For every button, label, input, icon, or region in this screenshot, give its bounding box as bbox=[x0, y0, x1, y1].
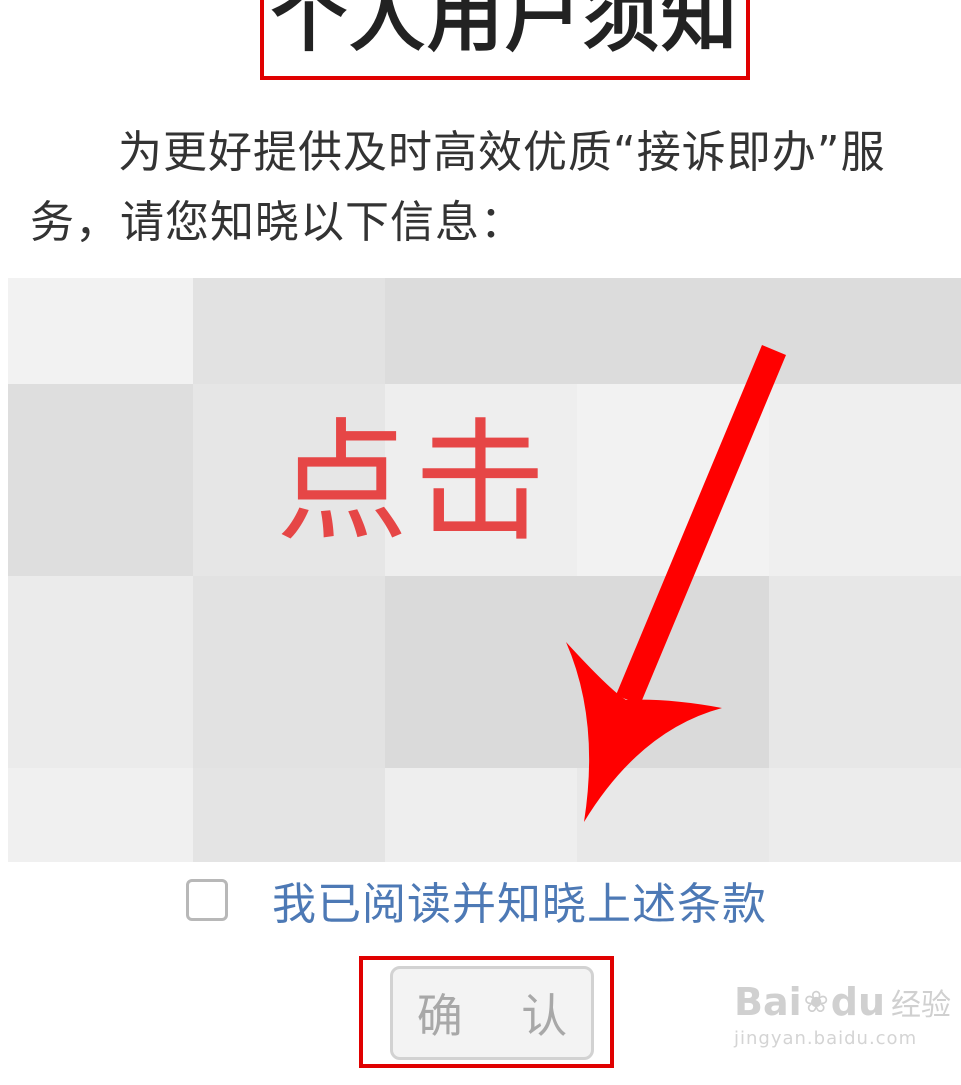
watermark-logo: Bai ❀ du 经验 bbox=[734, 980, 951, 1024]
mosaic-cell bbox=[769, 384, 961, 576]
mosaic-cell bbox=[577, 384, 769, 576]
mosaic-cell bbox=[577, 576, 769, 768]
mosaic-cell bbox=[385, 576, 577, 768]
mosaic-cell bbox=[8, 384, 193, 576]
watermark-brand: Bai bbox=[734, 980, 802, 1024]
mosaic-cell bbox=[577, 278, 769, 384]
mosaic-cell bbox=[8, 768, 193, 862]
paw-icon: ❀ bbox=[803, 984, 829, 1020]
mosaic-cell bbox=[577, 768, 769, 862]
mosaic-cell bbox=[385, 278, 577, 384]
agreement-checkbox[interactable] bbox=[186, 879, 228, 921]
page-title: 个人用户须知 bbox=[271, 0, 739, 62]
mosaic-cell bbox=[8, 278, 193, 384]
agreement-row[interactable]: 我已阅读并知晓上述条款 bbox=[186, 872, 767, 930]
mosaic-cell bbox=[8, 576, 193, 768]
mosaic-cell bbox=[193, 768, 385, 862]
watermark-url: jingyan.baidu.com bbox=[734, 1028, 918, 1049]
pixelated-notice-content bbox=[8, 278, 961, 862]
watermark-brand-suffix: du bbox=[830, 980, 886, 1024]
watermark-brand-cn: 经验 bbox=[891, 988, 952, 1023]
mosaic-cell bbox=[193, 576, 385, 768]
mosaic-cell bbox=[769, 278, 961, 384]
mosaic-cell bbox=[769, 768, 961, 862]
confirm-button[interactable]: 确 认 bbox=[390, 966, 594, 1060]
mosaic-cell bbox=[769, 576, 961, 768]
notice-intro: 为更好提供及时高效优质“接诉即办”服务，请您知晓以下信息： bbox=[30, 127, 886, 248]
mosaic-cell bbox=[385, 768, 577, 862]
agreement-label[interactable]: 我已阅读并知晓上述条款 bbox=[272, 868, 767, 932]
click-annotation-label: 点击 bbox=[276, 406, 552, 560]
mosaic-cell bbox=[193, 278, 385, 384]
baidu-jingyan-watermark: Bai ❀ du 经验 jingyan.baidu.com bbox=[734, 980, 951, 1049]
